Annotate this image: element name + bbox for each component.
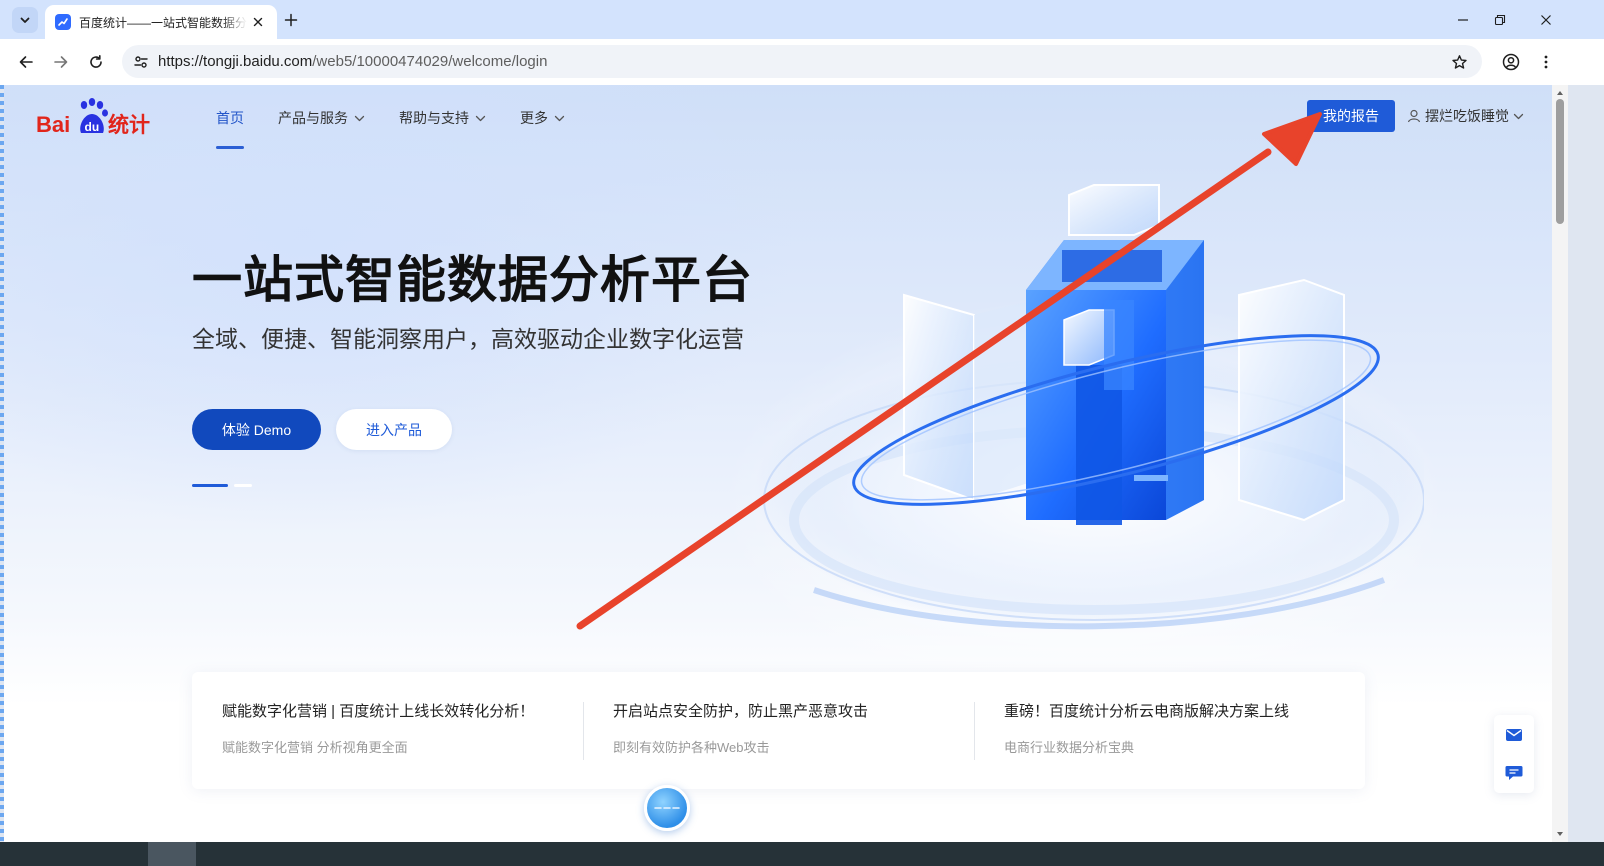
mail-icon[interactable]	[1504, 725, 1524, 745]
tab-title: 百度统计——一站式智能数据分析平台	[79, 15, 247, 30]
browser-titlebar: 百度统计——一站式智能数据分析平台	[0, 0, 1604, 39]
tab-search-button[interactable]	[12, 7, 38, 33]
dashes-icon	[654, 807, 680, 809]
nav-products[interactable]: 产品与服务	[278, 107, 365, 129]
back-icon[interactable]	[14, 50, 38, 74]
news-subtitle: 电商行业数据分析宝典	[1004, 740, 1135, 755]
nav-products-label: 产品与服务	[278, 110, 348, 126]
news-title: 赋能数字化营销 | 百度统计上线长效转化分析！	[222, 703, 535, 720]
news-title: 开启站点安全防护，防止黑产恶意攻击	[613, 703, 869, 720]
chevron-down-icon	[354, 115, 365, 121]
svg-text:Bai: Bai	[36, 112, 70, 137]
url-path: /web5/10000474029/welcome/login	[312, 53, 548, 70]
paw-icon: du	[80, 98, 108, 134]
news-item[interactable]: 开启站点安全防护，防止黑产恶意攻击 即刻有效防护各种Web攻击	[583, 672, 974, 789]
nav-home[interactable]: 首页	[216, 107, 244, 149]
chevron-down-icon	[554, 115, 565, 121]
restore-icon[interactable]	[1489, 9, 1511, 31]
hero-illustration	[754, 184, 1424, 630]
forward-icon[interactable]	[49, 50, 73, 74]
scrollbar-thumb[interactable]	[1556, 99, 1564, 224]
page-viewport: Bai du 统计 首页 产品与服务 帮助与支持 更多 我的报告 摆烂吃饭睡觉 …	[4, 85, 1552, 842]
news-title: 重磅！百度统计分析云电商版解决方案上线	[1004, 703, 1290, 720]
carousel-dot-2[interactable]	[234, 484, 252, 487]
profile-icon[interactable]	[1499, 50, 1523, 74]
close-window-icon[interactable]	[1535, 9, 1557, 31]
enter-product-button[interactable]: 进入产品	[336, 409, 452, 450]
taskbar-item[interactable]	[148, 842, 196, 866]
try-demo-button[interactable]: 体验 Demo	[192, 409, 321, 450]
chevron-down-icon	[475, 115, 486, 121]
news-card: 赋能数字化营销 | 百度统计上线长效转化分析！ 赋能数字化营销 分析视角更全面 …	[192, 672, 1365, 789]
nav-more-label: 更多	[520, 110, 548, 126]
side-toolbar	[1494, 715, 1534, 793]
svg-text:du: du	[85, 120, 100, 134]
baidu-tongji-logo[interactable]: Bai du 统计	[36, 96, 156, 138]
user-menu[interactable]: 摆烂吃饭睡觉	[1407, 106, 1524, 126]
my-report-button[interactable]: 我的报告	[1307, 100, 1395, 132]
reload-icon[interactable]	[84, 50, 108, 74]
browser-toolbar: https://tongji.baidu.com/web5/1000047402…	[0, 39, 1604, 85]
nav-help-label: 帮助与支持	[399, 110, 469, 126]
taskbar-strip	[0, 842, 1604, 866]
url-host: https://tongji.baidu.com	[158, 53, 313, 70]
address-bar[interactable]: https://tongji.baidu.com/web5/1000047402…	[122, 45, 1482, 78]
news-subtitle: 即刻有效防护各种Web攻击	[613, 740, 770, 755]
minimize-icon[interactable]	[1452, 9, 1474, 31]
nav-more[interactable]: 更多	[520, 107, 565, 129]
nav-home-label: 首页	[216, 110, 244, 126]
svg-text:统计: 统计	[108, 113, 150, 137]
news-item[interactable]: 重磅！百度统计分析云电商版解决方案上线 电商行业数据分析宝典	[974, 672, 1365, 789]
user-icon	[1407, 109, 1421, 123]
site-favicon-icon	[55, 14, 71, 30]
main-nav: 首页 产品与服务 帮助与支持 更多	[216, 107, 599, 149]
scroll-down-icon[interactable]	[1556, 830, 1564, 838]
new-tab-icon[interactable]	[280, 9, 302, 31]
url-text[interactable]: https://tongji.baidu.com/web5/1000047402…	[158, 53, 547, 70]
carousel-indicator	[192, 484, 252, 487]
hero-subtitle: 全域、便捷、智能洞察用户，高效驱动企业数字化运营	[192, 327, 744, 353]
more-menu-icon[interactable]	[1534, 50, 1558, 74]
chevron-down-icon	[20, 17, 30, 23]
user-name: 摆烂吃饭睡觉	[1425, 108, 1509, 124]
chat-icon[interactable]	[1504, 763, 1524, 783]
browser-tab[interactable]: 百度统计——一站式智能数据分析平台	[45, 5, 277, 39]
site-settings-icon[interactable]	[128, 49, 153, 74]
close-tab-icon[interactable]	[249, 13, 267, 31]
news-item[interactable]: 赋能数字化营销 | 百度统计上线长效转化分析！ 赋能数字化营销 分析视角更全面	[192, 672, 583, 789]
news-subtitle: 赋能数字化营销 分析视角更全面	[222, 740, 408, 755]
chevron-down-icon	[1513, 113, 1524, 119]
scroll-up-icon[interactable]	[1556, 89, 1564, 97]
carousel-dot-1[interactable]	[192, 484, 228, 487]
nav-help[interactable]: 帮助与支持	[399, 107, 486, 129]
bookmark-star-icon[interactable]	[1448, 51, 1470, 73]
page-scrollbar[interactable]	[1552, 85, 1568, 842]
floating-assistant-button[interactable]	[644, 785, 690, 831]
